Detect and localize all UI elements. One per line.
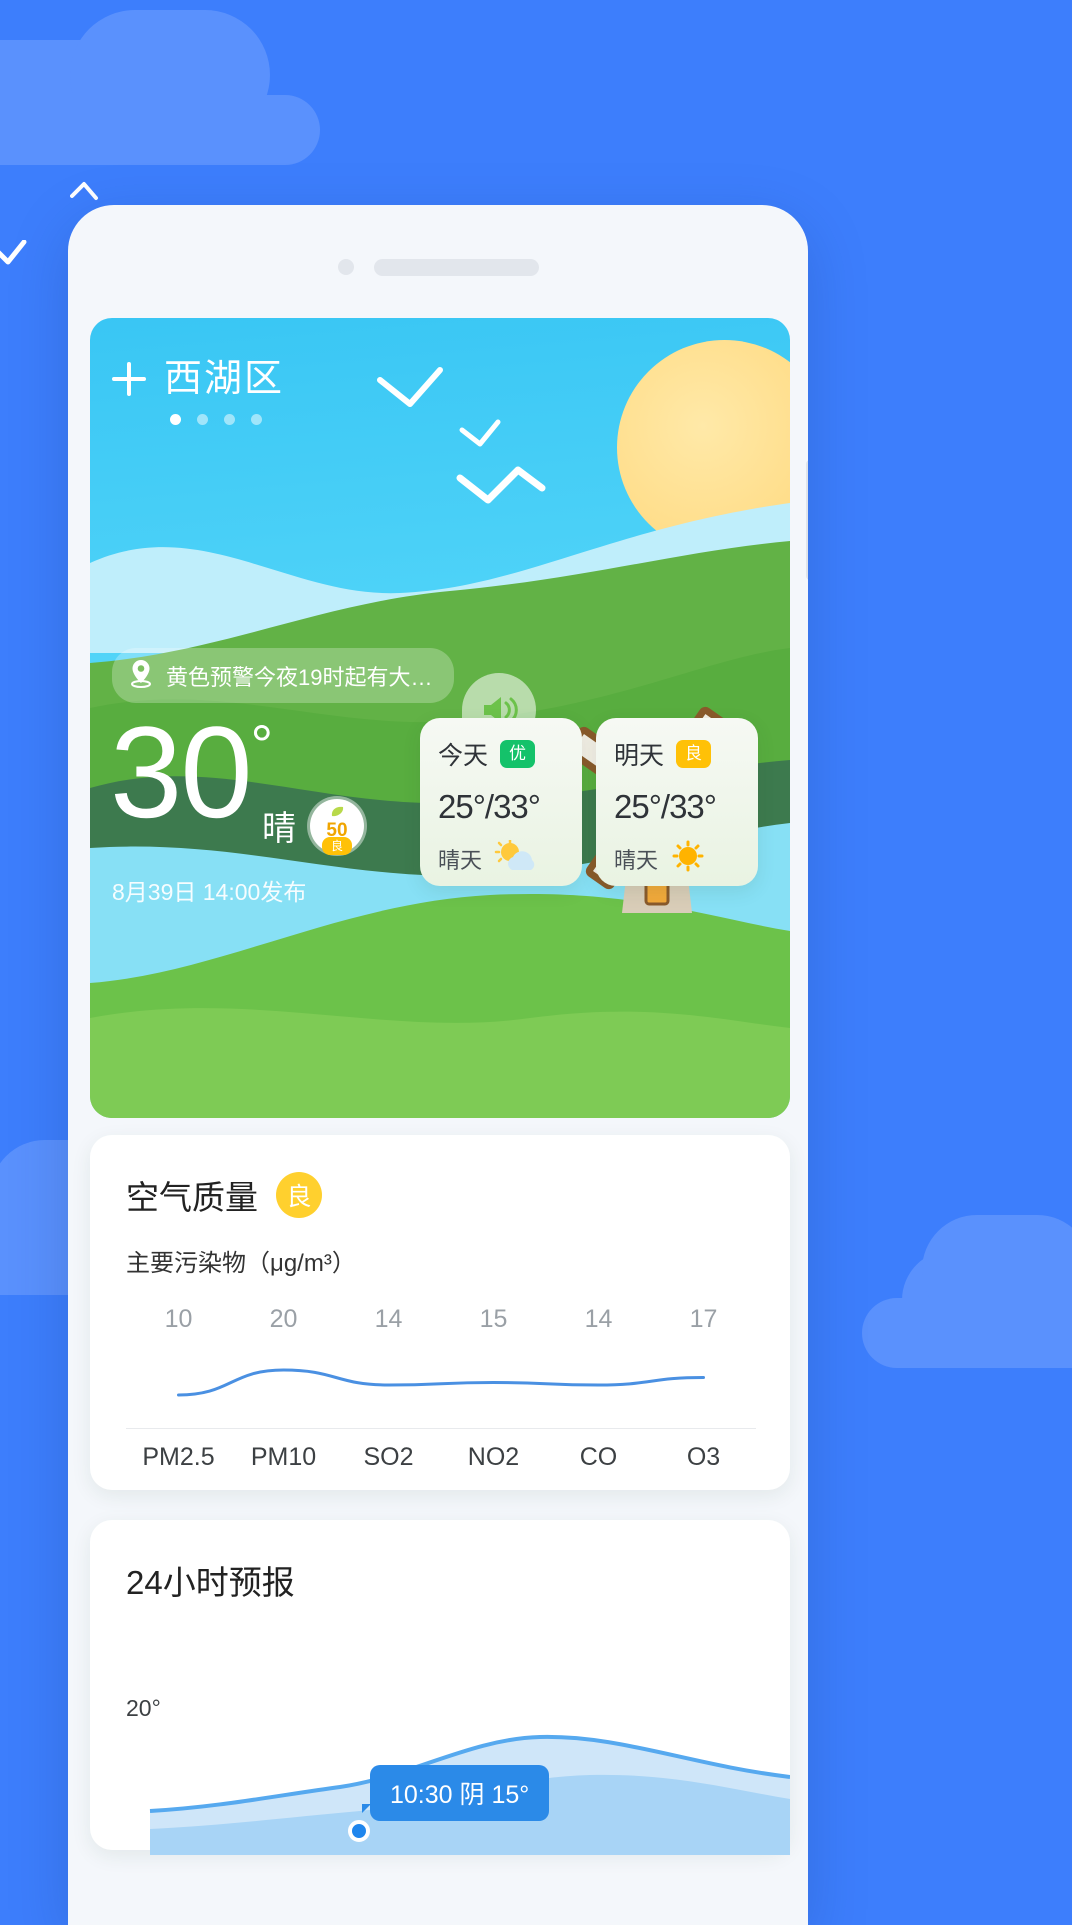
degree-symbol: ° (250, 713, 274, 776)
location-pin-icon (128, 658, 154, 693)
pollutant-line-chart: 10 20 14 15 14 17 PM2.5 PM10 SO2 NO2 CO … (126, 1305, 756, 1471)
forecast-day-label: 今天 (438, 742, 489, 770)
city-row: 西湖区 (112, 360, 790, 398)
bird-icon (0, 240, 50, 270)
forecast-condition: 晴天 (614, 847, 659, 873)
pollutant-chart-line (177, 1368, 705, 1397)
hourly-tooltip: 10:30 阴 15° (361, 1765, 550, 1821)
air-quality-title: 空气质量 (126, 1179, 258, 1216)
current-condition: 晴 (262, 810, 296, 849)
city-name[interactable]: 西湖区 (164, 360, 284, 398)
pager-dot[interactable] (197, 414, 208, 425)
pollutant-value: 15 (479, 1305, 508, 1333)
weather-hero-panel: 西湖区 黄色预警今夜19时起有大… 30 ° 晴 50 良 8月39日 14:0… (90, 318, 790, 1118)
hourly-forecast-title: 24小时预报 (126, 1564, 295, 1601)
forecast-temp-range: 25°/33° (438, 788, 541, 825)
phone-frame: 西湖区 黄色预警今夜19时起有大… 30 ° 晴 50 良 8月39日 14:0… (68, 205, 808, 1925)
aqi-badge[interactable]: 50 良 (310, 798, 364, 855)
forecast-card-today[interactable]: 今天 优 25°/33° 晴天 (420, 718, 582, 886)
add-city-icon[interactable] (112, 362, 146, 396)
pollutant-labels-row: PM2.5 PM10 SO2 NO2 CO O3 (126, 1443, 756, 1472)
pollutant-label: NO2 (467, 1443, 520, 1471)
sun-behind-cloud-icon (494, 838, 538, 877)
forecast-cards: 今天 优 25°/33° 晴天 明天 良 25°/33° 晴天 (420, 718, 758, 886)
publish-time: 8月39日 14:00发布 (112, 879, 307, 905)
chart-axis-line (126, 1428, 756, 1429)
current-temperature: 30 (110, 699, 253, 845)
pollutant-value: 20 (269, 1305, 298, 1333)
pollutant-subtitle: 主要污染物（μg/m³） (126, 1250, 356, 1277)
pollutant-label: PM2.5 (142, 1443, 215, 1471)
pollutant-label: SO2 (363, 1443, 414, 1471)
pollutant-label: O3 (686, 1443, 721, 1471)
pollutant-label: CO (579, 1443, 618, 1471)
forecast-aqi-badge: 优 (500, 740, 536, 768)
leaf-icon (329, 806, 345, 825)
pollutant-value: 14 (584, 1305, 613, 1333)
forecast-aqi-badge: 良 (676, 740, 712, 768)
forecast-temp-range: 25°/33° (614, 788, 717, 825)
power-button[interactable] (806, 460, 808, 580)
air-quality-title-row: 空气质量 良 (90, 1135, 790, 1219)
hourly-forecast-card[interactable]: 24小时预报 20° 10:30 阴 15° (90, 1520, 790, 1855)
pager-dot[interactable] (224, 414, 235, 425)
bird-icon (70, 180, 120, 206)
current-temperature-block: 30 ° 晴 50 良 (110, 699, 364, 855)
aqi-level: 良 (321, 836, 353, 855)
phone-notch (68, 255, 808, 279)
cloud-decoration (862, 1298, 1072, 1368)
camera-dot (337, 259, 354, 275)
forecast-day-label: 明天 (614, 742, 665, 770)
cloud-decoration (0, 95, 320, 165)
weather-alert-text: 黄色预警今夜19时起有大… (166, 664, 433, 690)
pager-dot[interactable] (170, 414, 181, 425)
hourly-axis-label: 20° (126, 1695, 161, 1721)
pollutant-value: 14 (374, 1305, 403, 1333)
pollutant-values-row: 10 20 14 15 14 17 (126, 1305, 756, 1334)
hourly-selected-dot[interactable] (348, 1820, 370, 1842)
pollutant-label: PM10 (250, 1443, 317, 1471)
forecast-condition: 晴天 (438, 847, 483, 873)
air-quality-level-badge: 良 (276, 1172, 322, 1218)
pager-dot[interactable] (251, 414, 262, 425)
hero-header: 西湖区 (90, 318, 790, 425)
city-pager-dots[interactable] (170, 414, 790, 425)
forecast-card-tomorrow[interactable]: 明天 良 25°/33° 晴天 (596, 718, 758, 886)
air-quality-card[interactable]: 空气质量 良 主要污染物（μg/m³） 10 20 14 15 14 17 PM… (90, 1135, 790, 1490)
sun-icon (670, 840, 706, 877)
pollutant-value: 10 (164, 1305, 193, 1333)
earpiece-speaker (373, 258, 539, 276)
hill-green-bottom (90, 958, 790, 1118)
weather-alert-pill[interactable]: 黄色预警今夜19时起有大… (112, 648, 455, 703)
pollutant-value: 17 (689, 1305, 718, 1333)
